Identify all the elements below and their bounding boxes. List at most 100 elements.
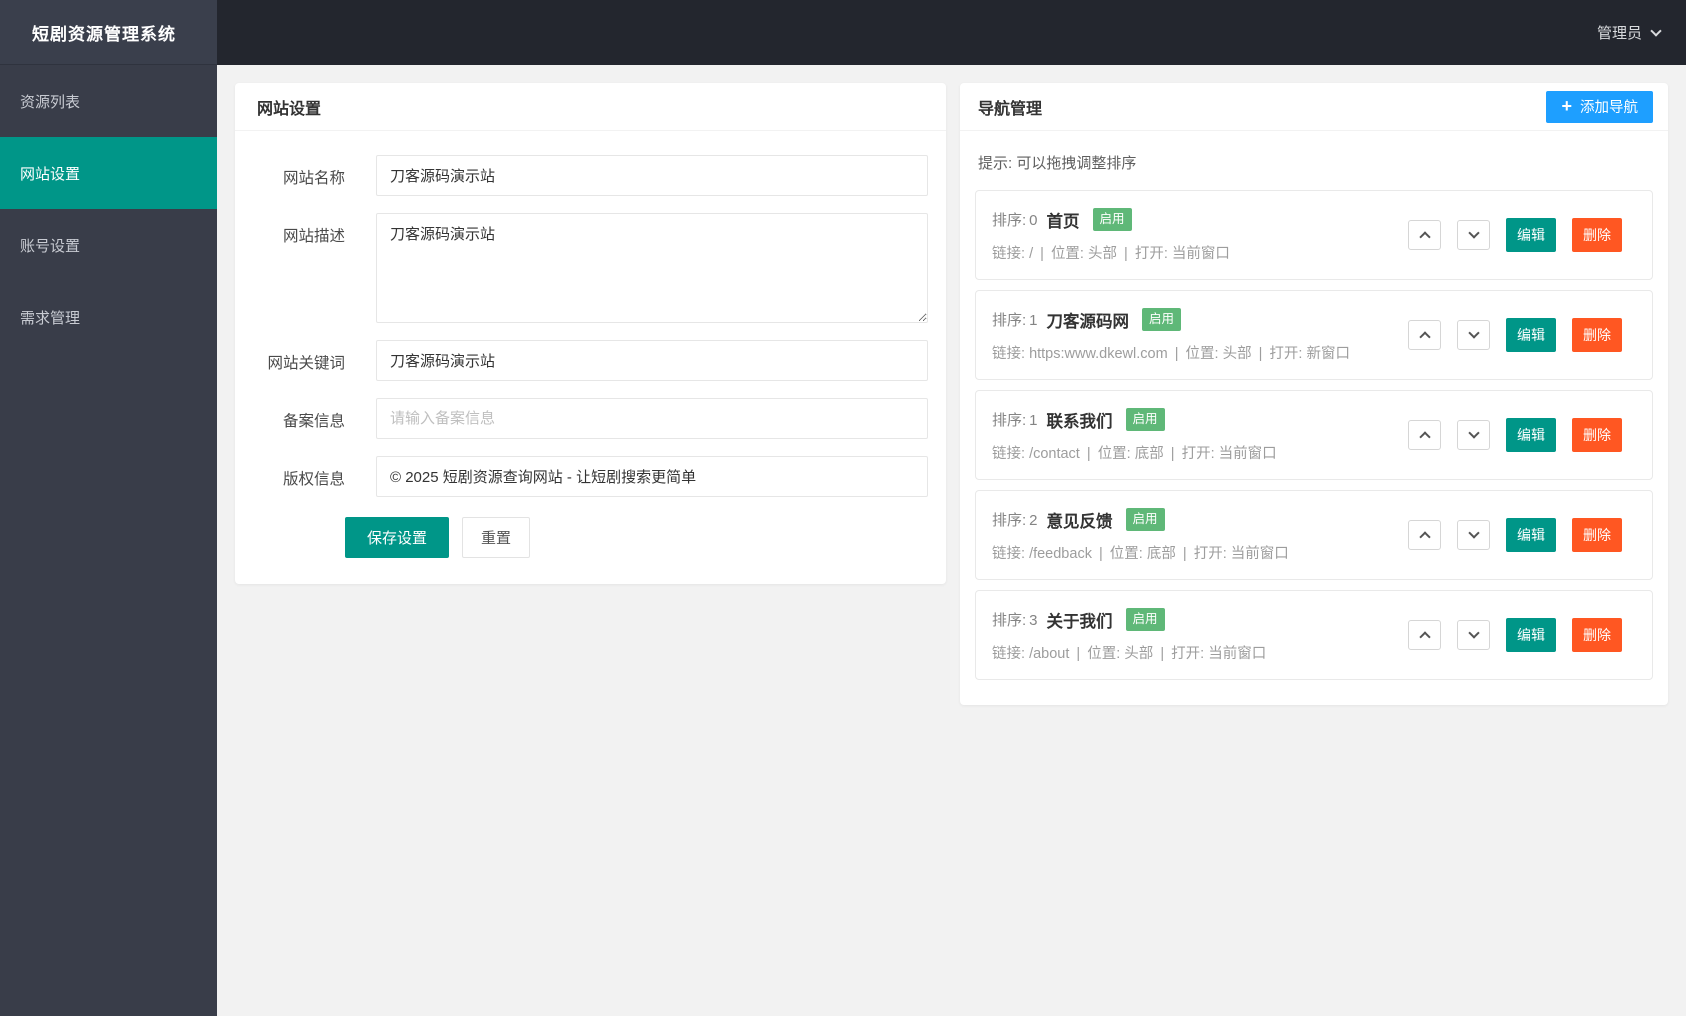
reset-button[interactable]: 重置: [462, 517, 531, 558]
site-name-input[interactable]: [376, 155, 928, 196]
status-badge: 启用: [1125, 508, 1165, 531]
site-name-label: 网站名称: [282, 170, 345, 187]
move-down-button[interactable]: [1457, 420, 1490, 450]
nav-item-sort: 排序: 1: [992, 412, 1038, 429]
edit-button[interactable]: 编辑: [1506, 518, 1556, 552]
save-settings-button[interactable]: 保存设置: [345, 517, 450, 558]
sidebar-item-resource-list[interactable]: 资源列表: [0, 65, 217, 137]
move-down-button[interactable]: [1457, 620, 1490, 650]
move-up-button[interactable]: [1408, 520, 1441, 550]
delete-button[interactable]: 删除: [1572, 418, 1622, 452]
nav-item-actions: 编辑 删除: [1408, 318, 1636, 352]
nav-item-actions: 编辑 删除: [1408, 618, 1636, 652]
nav-item-info: 排序: 0 首页 启用 链接: / | 位置: 头部 | 打开: 当前窗口: [992, 208, 1230, 263]
nav-item-info: 排序: 1 刀客源码网 启用 链接: https:www.dkewl.com | …: [992, 308, 1350, 363]
nav-item-info: 排序: 2 意见反馈 启用 链接: /feedback | 位置: 底部 | 打开…: [992, 508, 1289, 563]
nav-item-title: 首页: [1046, 212, 1080, 231]
sidebar: 短剧资源管理系统 资源列表 网站设置 账号设置 需求管理: [0, 0, 217, 1016]
topbar: 管理员: [217, 0, 1686, 65]
move-up-button[interactable]: [1408, 320, 1441, 350]
status-badge: 启用: [1125, 408, 1165, 431]
nav-item-dkewl[interactable]: 排序: 1 刀客源码网 启用 链接: https:www.dkewl.com | …: [975, 290, 1653, 380]
nav-item-title: 联系我们: [1046, 412, 1113, 431]
nav-item-meta: 链接: /contact | 位置: 底部 | 打开: 当前窗口: [992, 445, 1277, 462]
chevron-up-icon: [1418, 431, 1431, 443]
chevron-up-icon: [1418, 531, 1431, 543]
chevron-up-icon: [1418, 631, 1431, 643]
edit-button[interactable]: 编辑: [1506, 318, 1556, 352]
edit-button[interactable]: 编辑: [1506, 618, 1556, 652]
chevron-down-icon: [1467, 327, 1480, 339]
form-row-site-description: 网站描述: [260, 213, 928, 323]
site-settings-panel: 网站设置 网站名称 网站描述 网站关键词 备案信息 版权信息: [235, 83, 946, 584]
status-badge: 启用: [1092, 208, 1132, 231]
delete-button[interactable]: 删除: [1572, 618, 1622, 652]
nav-item-about[interactable]: 排序: 3 关于我们 启用 链接: /about | 位置: 头部 | 打开: 当…: [975, 590, 1653, 680]
nav-item-info: 排序: 1 联系我们 启用 链接: /contact | 位置: 底部 | 打开:…: [992, 408, 1277, 463]
sidebar-item-account-settings[interactable]: 账号设置: [0, 209, 217, 281]
nav-item-sort: 排序: 3: [992, 612, 1038, 629]
sidebar-item-demand-manage[interactable]: 需求管理: [0, 281, 217, 353]
site-keywords-label: 网站关键词: [267, 355, 345, 372]
user-menu[interactable]: 管理员: [1596, 22, 1662, 43]
nav-item-sort: 排序: 1: [992, 312, 1038, 329]
edit-button[interactable]: 编辑: [1506, 418, 1556, 452]
nav-item-title: 刀客源码网: [1046, 312, 1130, 331]
nav-item-meta: 链接: /about | 位置: 头部 | 打开: 当前窗口: [992, 645, 1267, 662]
form-row-site-keywords: 网站关键词: [260, 340, 928, 381]
move-up-button[interactable]: [1408, 420, 1441, 450]
site-settings-header: 网站设置: [235, 83, 946, 131]
drag-hint: 提示: 可以拖拽调整排序: [978, 155, 1137, 172]
nav-item-meta: 链接: /feedback | 位置: 底部 | 打开: 当前窗口: [992, 545, 1289, 562]
nav-item-contact[interactable]: 排序: 1 联系我们 启用 链接: /contact | 位置: 底部 | 打开:…: [975, 390, 1653, 480]
site-description-textarea[interactable]: [376, 213, 928, 323]
edit-button[interactable]: 编辑: [1506, 218, 1556, 252]
form-row-copyright: 版权信息: [260, 456, 928, 497]
nav-item-actions: 编辑 删除: [1408, 418, 1636, 452]
chevron-up-icon: [1418, 231, 1431, 243]
nav-item-sort: 排序: 0: [992, 212, 1038, 229]
move-down-button[interactable]: [1457, 220, 1490, 250]
icp-label: 备案信息: [282, 413, 345, 430]
move-up-button[interactable]: [1408, 620, 1441, 650]
chevron-down-icon: [1650, 24, 1662, 37]
copyright-label: 版权信息: [282, 471, 345, 488]
move-down-button[interactable]: [1457, 520, 1490, 550]
status-badge: 启用: [1142, 308, 1182, 331]
site-settings-form: 网站名称 网站描述 网站关键词 备案信息 版权信息 保存设置 重: [235, 131, 946, 584]
nav-item-sort: 排序: 2: [992, 512, 1038, 529]
chevron-down-icon: [1467, 227, 1480, 239]
move-up-button[interactable]: [1408, 220, 1441, 250]
nav-item-info: 排序: 3 关于我们 启用 链接: /about | 位置: 头部 | 打开: 当…: [992, 608, 1266, 663]
delete-button[interactable]: 删除: [1572, 518, 1622, 552]
sidebar-item-site-settings[interactable]: 网站设置: [0, 137, 217, 209]
status-badge: 启用: [1125, 608, 1165, 631]
site-keywords-input[interactable]: [376, 340, 928, 381]
nav-item-feedback[interactable]: 排序: 2 意见反馈 启用 链接: /feedback | 位置: 底部 | 打开…: [975, 490, 1653, 580]
delete-button[interactable]: 删除: [1572, 318, 1622, 352]
chevron-down-icon: [1467, 527, 1480, 539]
move-down-button[interactable]: [1457, 320, 1490, 350]
copyright-input[interactable]: [376, 456, 928, 497]
sidebar-menu: 资源列表 网站设置 账号设置 需求管理: [0, 65, 217, 353]
nav-item-meta: 链接: https:www.dkewl.com | 位置: 头部 | 打开: 新…: [992, 345, 1350, 362]
user-name: 管理员: [1596, 25, 1642, 42]
chevron-down-icon: [1467, 427, 1480, 439]
main-content: 网站设置 网站名称 网站描述 网站关键词 备案信息 版权信息: [217, 65, 1686, 1016]
nav-item-actions: 编辑 删除: [1408, 218, 1636, 252]
delete-button[interactable]: 删除: [1572, 218, 1622, 252]
icp-input[interactable]: [376, 398, 928, 439]
site-settings-title: 网站设置: [257, 100, 322, 118]
nav-manage-header: 导航管理 + 添加导航: [960, 83, 1668, 131]
form-row-icp: 备案信息: [260, 398, 928, 439]
chevron-up-icon: [1418, 331, 1431, 343]
nav-item-home[interactable]: 排序: 0 首页 启用 链接: / | 位置: 头部 | 打开: 当前窗口 编辑…: [975, 190, 1653, 280]
nav-manage-panel: 导航管理 + 添加导航 提示: 可以拖拽调整排序 排序: 0 首页 启用 链接: …: [960, 83, 1668, 705]
plus-icon: +: [1561, 95, 1572, 116]
site-description-label: 网站描述: [282, 228, 345, 245]
add-nav-button[interactable]: + 添加导航: [1546, 90, 1653, 123]
form-actions: 保存设置 重置: [345, 517, 928, 558]
nav-item-meta: 链接: / | 位置: 头部 | 打开: 当前窗口: [992, 245, 1230, 262]
chevron-down-icon: [1467, 627, 1480, 639]
nav-manage-body: 提示: 可以拖拽调整排序 排序: 0 首页 启用 链接: / | 位置: 头部 |…: [960, 131, 1668, 705]
